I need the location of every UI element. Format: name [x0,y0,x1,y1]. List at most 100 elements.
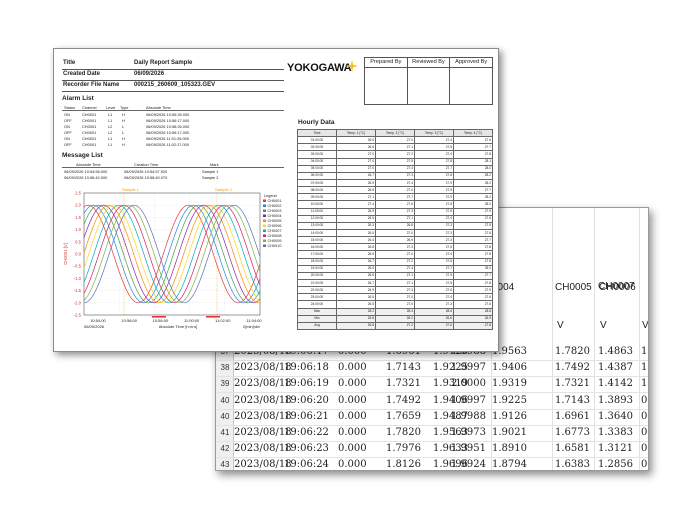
sheet-cell[interactable]: 1.9126 [492,411,527,422]
sheet-cell[interactable]: 1.4863 [598,346,633,357]
sheet-cell[interactable]: 1.6773 [555,427,590,438]
sheet-cell[interactable]: 0.000 [338,427,367,438]
sheet-cell[interactable]: 1.9021 [492,427,527,438]
sheet-cell[interactable]: 1.6961 [555,411,590,422]
unit-cell[interactable]: V [600,320,607,331]
sheet-cell[interactable]: 19:06:23 [284,443,329,454]
sheet-cell[interactable]: 1.0893 [641,346,648,357]
sheet-cell[interactable]: 0.9080 [641,427,648,438]
sheet-cell[interactable]: 1.9997 [451,362,486,373]
hourly-cell: 27.1 [375,214,415,223]
sheet-cell[interactable]: 1.9924 [451,459,486,470]
sheet-cell[interactable]: 2023/08/18 [234,427,292,438]
sheet-cell[interactable]: 1.3383 [598,427,633,438]
hourly-cell: 27.9 [414,178,454,188]
sheet-cell[interactable]: 1.7492 [386,395,421,406]
sheet-cell[interactable]: 1.7321 [386,378,421,389]
sheet-cell[interactable]: 2023/08/18 [234,443,292,454]
sheet-cell[interactable]: 2023/08/18 [234,459,292,470]
sheet-cell[interactable]: 0.000 [338,459,367,470]
sheet-cell[interactable]: 19:06:19 [284,378,329,389]
sheet-row[interactable]: 40 2023/08/18 19:06:21 0.000 1.7659 1.9487 1.9… [216,409,648,426]
sheet-cell[interactable]: 1.7492 [555,362,590,373]
sheet-cell[interactable]: 19:06:21 [284,411,329,422]
sheet-cell[interactable]: 1.4387 [598,362,633,373]
hourly-data-title: Hourly Data [298,119,335,126]
sheet-cell[interactable]: 1.3893 [598,395,633,406]
sheet-row[interactable]: 43 2023/08/18 19:06:24 0.000 1.8126 1.9696 1.9… [216,457,648,470]
sheet-cell[interactable]: 0.000 [338,378,367,389]
sheet-cell[interactable]: 0.9696 [641,395,648,406]
sheet-cell[interactable]: 1.8910 [492,443,527,454]
sheet-cell[interactable]: 0.9389 [641,411,648,422]
column-header-ch0007[interactable]: CH0007 [598,281,635,292]
sheet-cell[interactable]: 0.000 [338,443,367,454]
sheet-row[interactable]: 40 2023/08/18 19:06:20 0.000 1.7492 1.9406 1.9… [216,393,648,410]
hourly-row: 16:00:00 26.8 27.3 27.5 27.8 [297,243,493,252]
sheet-cell[interactable]: 2.0000 [451,378,486,389]
sheet-cell[interactable]: 1.2856 [598,459,633,470]
sheet-cell[interactable]: 1.3640 [598,411,633,422]
sheet-cell[interactable]: 1.8794 [492,459,527,470]
sheet-cell[interactable]: 1.8126 [386,459,421,470]
alarm-cell: CH0001 [82,135,97,141]
sheet-cell[interactable]: 1.0301 [641,362,648,373]
hourly-cell: 27.5 [414,257,454,266]
sheet-cell[interactable]: 0.000 [338,411,367,422]
sheet-cell[interactable]: 2023/08/18 [234,395,292,406]
sheet-cell[interactable]: 1.9406 [492,362,527,373]
sheet-cell[interactable]: 1.7976 [386,443,421,454]
hourly-row: 17:00:00 26.5 27.0 27.4 27.8 [297,250,493,259]
sheet-cell[interactable]: 1.6581 [555,443,590,454]
sheet-row[interactable]: 39 2023/08/18 19:06:19 0.000 1.7321 1.9319 2.0… [216,376,648,394]
sheet-cell[interactable]: 1.9319 [492,378,527,389]
sheet-cell[interactable]: 0.8452 [641,459,648,470]
sheet-cell[interactable]: 1.0000 [641,378,648,389]
sheet-row[interactable]: 38 2023/08/18 19:06:18 0.000 1.7143 1.9225 1.9… [216,360,648,378]
sheet-cell[interactable]: 19:06:24 [284,459,329,470]
hourly-cell: 27.7 [375,193,415,202]
sheet-cell[interactable]: 2023/08/18 [234,378,292,389]
sheet-cell[interactable]: 19:06:22 [284,427,329,438]
row-number[interactable]: 40 [217,412,233,421]
sheet-cell[interactable]: 1.7321 [555,378,590,389]
sheet-cell[interactable]: 1.6383 [555,459,590,470]
hourly-cell: 27.4 [375,178,415,188]
sheet-cell[interactable]: 1.7143 [386,362,421,373]
unit-cell[interactable]: V [557,320,564,331]
sheet-cell[interactable]: 2023/08/18 [234,411,292,422]
sheet-cell[interactable]: 1.7820 [386,427,421,438]
row-number[interactable]: 41 [217,428,233,437]
sheet-cell[interactable]: 1.9225 [492,395,527,406]
sheet-cell[interactable]: 19:06:18 [284,362,329,373]
sheet-row[interactable]: 41 2023/08/18 19:06:22 0.000 1.7820 1.9563 1.9… [216,425,648,442]
row-number[interactable]: 40 [217,396,233,405]
sheet-cell[interactable]: 1.9973 [451,427,486,438]
unit-cell[interactable]: V [642,320,648,331]
sheet-cell[interactable]: 1.7820 [555,346,590,357]
legend-swatch [263,219,266,222]
sheet-cell[interactable]: 1.9951 [451,443,486,454]
sheet-cell[interactable]: 1.4142 [598,378,633,389]
hourly-cell: 27.3 [414,221,454,230]
sheet-cell[interactable]: 0.000 [338,395,367,406]
sheet-cell[interactable]: 0.8767 [641,443,648,454]
row-number[interactable]: 42 [217,444,233,453]
sheet-cell[interactable]: 1.7143 [555,395,590,406]
column-header-ch0005[interactable]: CH0005 [555,282,592,293]
sheet-cell[interactable]: 1.3121 [598,443,633,454]
sheet-cell[interactable]: 1.9988 [451,411,486,422]
sheet-cell[interactable]: 1.7659 [386,411,421,422]
row-number[interactable]: 43 [217,460,233,469]
legend-entry: CH0003 [268,209,282,213]
row-number[interactable]: 39 [217,379,233,388]
row-number[interactable]: 38 [217,363,233,372]
sheet-row[interactable]: 42 2023/08/18 19:06:23 0.000 1.7976 1.9633 1.9… [216,441,648,459]
sheet-cell[interactable]: 2023/08/18 [234,362,292,373]
sheet-cell[interactable]: 1.9997 [451,395,486,406]
hourly-stat-cell: 25.8 [336,314,376,323]
sheet-cell[interactable]: 0.000 [338,362,367,373]
legend-entry: CH0001 [268,199,282,203]
hourly-cell: 27.6 [453,293,493,302]
sheet-cell[interactable]: 19:06:20 [284,395,329,406]
